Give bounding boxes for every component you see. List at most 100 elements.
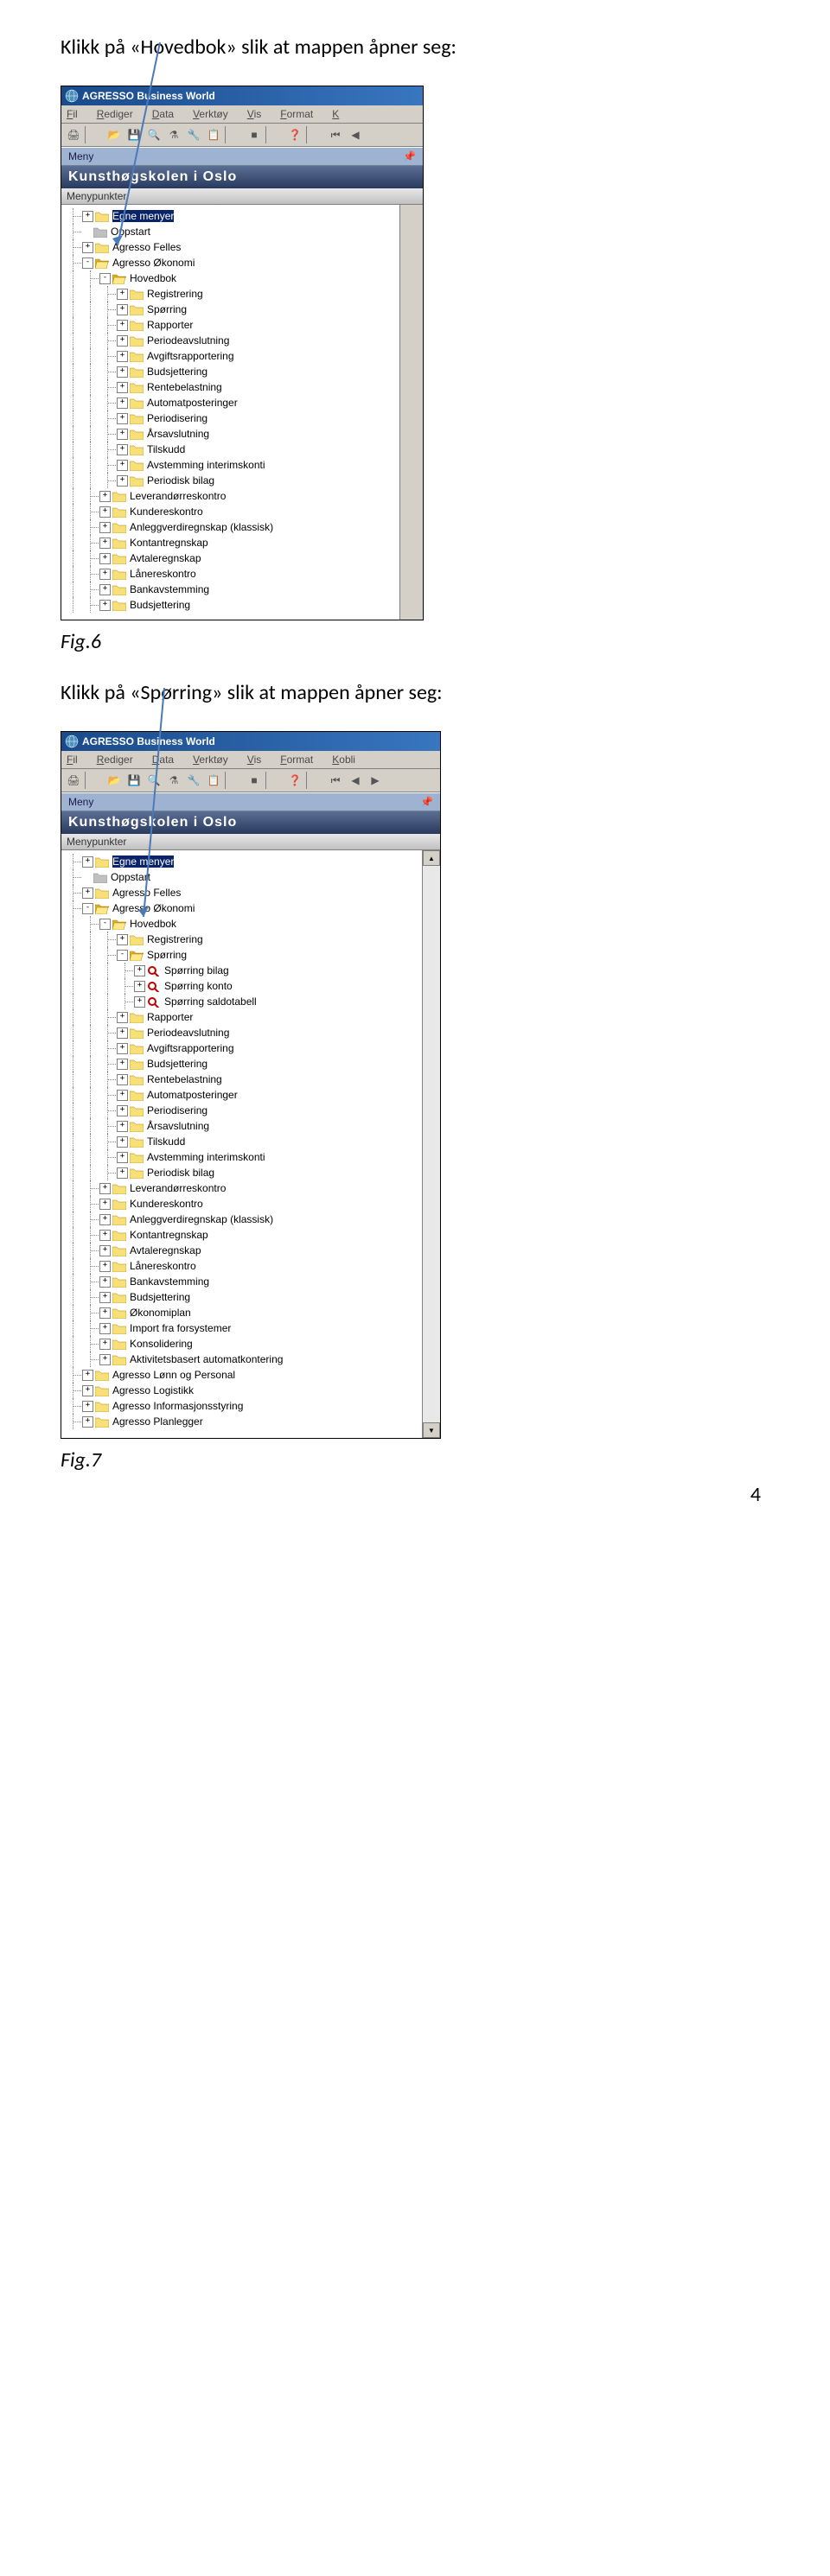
tree-node[interactable]: +Agresso Informasjonsstyring <box>65 1398 440 1414</box>
next-icon[interactable]: ▶ <box>367 772 384 789</box>
tree-node[interactable]: +Kundereskontro <box>65 1196 440 1212</box>
expander-icon[interactable]: + <box>117 1167 128 1179</box>
tree-node[interactable]: +Periodisk bilag <box>65 1165 440 1180</box>
expander-icon[interactable]: + <box>117 304 128 315</box>
tree-node[interactable]: +Kundereskontro <box>65 504 423 519</box>
expander-icon[interactable]: + <box>82 856 93 868</box>
tree-node[interactable]: +Rentebelastning <box>65 379 423 395</box>
save-icon[interactable]: 💾 <box>125 126 143 143</box>
tree-node[interactable]: +Periodisk bilag <box>65 473 423 488</box>
expander-icon[interactable]: + <box>82 211 93 222</box>
tree-node[interactable]: -Agresso Økonomi <box>65 900 440 916</box>
expander-icon[interactable]: + <box>82 242 93 253</box>
expander-icon[interactable]: + <box>117 1059 128 1070</box>
expander-icon[interactable]: + <box>117 1105 128 1116</box>
menu-verktøy[interactable]: Verktøy <box>193 754 228 766</box>
tree-node[interactable]: +Agresso Lønn og Personal <box>65 1367 440 1383</box>
tree-node[interactable]: +Konsolidering <box>65 1336 440 1352</box>
expander-icon[interactable]: + <box>117 1043 128 1054</box>
tree-node[interactable]: +Årsavslutning <box>65 426 423 442</box>
menu-kobli[interactable]: Kobli <box>332 754 355 766</box>
tree-node[interactable]: -Agresso Økonomi <box>65 255 423 270</box>
menu-format[interactable]: Format <box>280 754 313 766</box>
tree-node[interactable]: +Import fra forsystemer <box>65 1320 440 1336</box>
help-icon[interactable]: ❓ <box>286 772 303 789</box>
expander-icon[interactable]: + <box>99 1245 111 1256</box>
open-icon[interactable]: 📂 <box>105 772 123 789</box>
tree-node[interactable]: +Agresso Felles <box>65 885 440 900</box>
stop-icon[interactable]: ■ <box>246 772 263 789</box>
tree-node[interactable]: +Agresso Planlegger <box>65 1414 440 1429</box>
expander-icon[interactable]: + <box>117 934 128 945</box>
tree-node[interactable]: +Kontantregnskap <box>65 1227 440 1243</box>
expander-icon[interactable]: + <box>117 460 128 471</box>
menu-verktøy[interactable]: Verktøy <box>193 108 228 120</box>
expander-icon[interactable]: - <box>82 258 93 269</box>
tree-node[interactable]: +Spørring konto <box>65 978 440 994</box>
tree-node[interactable]: +Budsjettering <box>65 1056 440 1072</box>
expander-icon[interactable]: - <box>99 919 111 930</box>
tree-node[interactable]: +Lånereskontro <box>65 1258 440 1274</box>
tree-node[interactable]: +Rentebelastning <box>65 1072 440 1087</box>
tree-node[interactable]: +Økonomiplan <box>65 1305 440 1320</box>
expander-icon[interactable]: + <box>117 1027 128 1039</box>
expander-icon[interactable]: + <box>99 1307 111 1319</box>
expander-icon[interactable]: + <box>117 1074 128 1085</box>
expander-icon[interactable]: + <box>82 1385 93 1396</box>
copy-icon[interactable]: 📋 <box>205 126 222 143</box>
tree-node[interactable]: +Tilskudd <box>65 1134 440 1149</box>
menu-vis[interactable]: Vis <box>247 754 261 766</box>
menu-rediger[interactable]: Rediger <box>97 754 133 766</box>
tree-node[interactable]: +Lånereskontro <box>65 566 423 582</box>
search-icon[interactable]: 🔍 <box>145 772 163 789</box>
expander-icon[interactable]: + <box>117 1121 128 1132</box>
tree-node[interactable]: +Agresso Felles <box>65 239 423 255</box>
expander-icon[interactable]: + <box>117 413 128 424</box>
tree-node[interactable]: +Avgiftsrapportering <box>65 1040 440 1056</box>
meny-tab[interactable]: Meny 📌 <box>61 147 423 166</box>
tree-node[interactable]: +Registrering <box>65 286 423 302</box>
tree-node[interactable]: +Spørring bilag <box>65 963 440 978</box>
tree-node[interactable]: +Agresso Logistikk <box>65 1383 440 1398</box>
expander-icon[interactable]: + <box>99 1183 111 1194</box>
expander-icon[interactable]: + <box>99 1230 111 1241</box>
save-icon[interactable]: 💾 <box>125 772 143 789</box>
expander-icon[interactable]: + <box>99 1323 111 1334</box>
tree-node[interactable]: +Budsjettering <box>65 597 423 613</box>
menu-data[interactable]: Data <box>152 754 174 766</box>
scroll-down-icon[interactable]: ▼ <box>423 1422 440 1438</box>
expander-icon[interactable]: - <box>99 273 111 284</box>
tree-node[interactable]: +Anleggverdiregnskap (klassisk) <box>65 1212 440 1227</box>
menu-rediger[interactable]: Rediger <box>97 108 133 120</box>
expander-icon[interactable]: + <box>99 600 111 611</box>
tree-node[interactable]: +Rapporter <box>65 317 423 333</box>
tree-node[interactable]: +Aktivitetsbasert automatkontering <box>65 1352 440 1367</box>
print-icon[interactable]: 🖨 <box>65 126 82 143</box>
filter-icon[interactable]: ⚗ <box>165 772 182 789</box>
expander-icon[interactable]: + <box>99 1339 111 1350</box>
expander-icon[interactable]: + <box>82 1370 93 1381</box>
expander-icon[interactable]: + <box>99 491 111 502</box>
expander-icon[interactable]: - <box>82 903 93 914</box>
expander-icon[interactable]: + <box>99 1199 111 1210</box>
expander-icon[interactable]: + <box>82 1416 93 1428</box>
expander-icon[interactable]: + <box>117 320 128 331</box>
tree-node[interactable]: +Automatposteringer <box>65 395 423 410</box>
tree-node[interactable]: Oppstart <box>65 224 423 239</box>
pin-icon[interactable]: 📌 <box>420 796 433 808</box>
menu-fil[interactable]: Fil <box>67 754 78 766</box>
tree-node[interactable]: +Avstemming interimskonti <box>65 1149 440 1165</box>
expander-icon[interactable]: + <box>117 475 128 487</box>
expander-icon[interactable]: + <box>117 382 128 393</box>
print-icon[interactable]: 🖨 <box>65 772 82 789</box>
tree-node[interactable]: +Leverandørreskontro <box>65 1180 440 1196</box>
expander-icon[interactable]: + <box>82 887 93 899</box>
tree-node[interactable]: -Hovedbok <box>65 270 423 286</box>
prev-icon[interactable]: ◀ <box>347 126 364 143</box>
expander-icon[interactable]: + <box>134 981 145 992</box>
tree-node[interactable]: +Kontantregnskap <box>65 535 423 550</box>
menu-vis[interactable]: Vis <box>247 108 261 120</box>
tree-node[interactable]: +Tilskudd <box>65 442 423 457</box>
tree-node[interactable]: -Spørring <box>65 947 440 963</box>
expander-icon[interactable]: + <box>117 429 128 440</box>
